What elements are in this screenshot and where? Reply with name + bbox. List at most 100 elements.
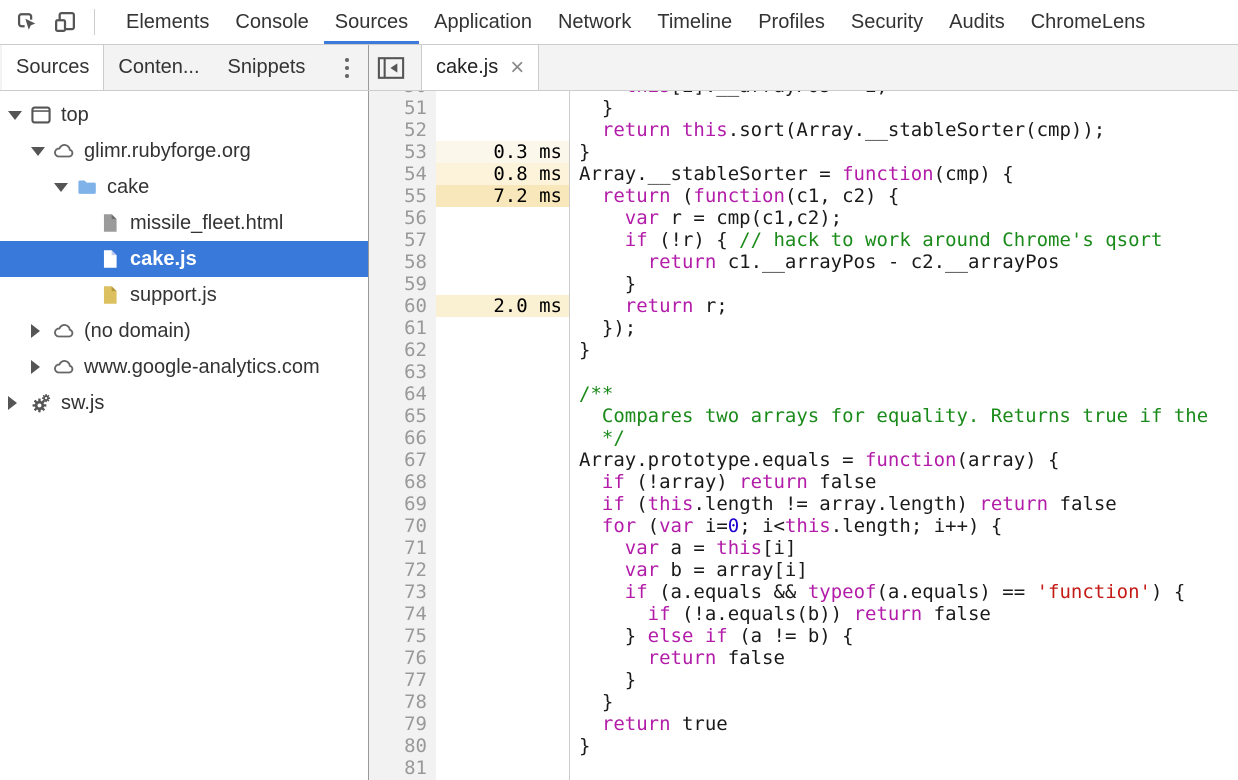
line-number[interactable]: 52 (369, 119, 427, 141)
line-number[interactable]: 80 (369, 735, 427, 757)
panel-tab-application[interactable]: Application (421, 0, 545, 44)
line-number[interactable]: 63 (369, 361, 427, 383)
tree-item-top[interactable]: top (0, 97, 368, 133)
code-line[interactable]: /** (579, 383, 1238, 405)
code-line[interactable]: } (579, 669, 1238, 691)
code-line[interactable]: return r; (579, 295, 1238, 317)
code-line[interactable]: return true (579, 713, 1238, 735)
code-line[interactable]: } (579, 691, 1238, 713)
line-number[interactable]: 76 (369, 647, 427, 669)
file-tab-cake-js[interactable]: cake.js × (421, 45, 539, 90)
line-number[interactable]: 74 (369, 603, 427, 625)
panel-tab-audits[interactable]: Audits (936, 0, 1018, 44)
code-line[interactable]: } else if (a != b) { (579, 625, 1238, 647)
expand-arrow-icon[interactable] (54, 183, 76, 192)
line-number[interactable]: 65 (369, 405, 427, 427)
line-number[interactable]: 58 (369, 251, 427, 273)
collapse-arrow-icon[interactable] (31, 360, 53, 374)
code-line[interactable]: Array.__stableSorter = function(cmp) { (579, 163, 1238, 185)
line-number[interactable]: 69 (369, 493, 427, 515)
code-line[interactable]: for (var i=0; i<this.length; i++) { (579, 515, 1238, 537)
line-number[interactable]: 79 (369, 713, 427, 735)
line-number[interactable]: 55 (369, 185, 427, 207)
line-number[interactable]: 73 (369, 581, 427, 603)
expand-arrow-icon[interactable] (8, 111, 30, 120)
navigator-tab-conten[interactable]: Conten... (104, 45, 213, 90)
line-number[interactable]: 56 (369, 207, 427, 229)
line-number[interactable]: 66 (369, 427, 427, 449)
line-number[interactable]: 77 (369, 669, 427, 691)
line-number[interactable]: 75 (369, 625, 427, 647)
code-line[interactable]: if (!array) return false (579, 471, 1238, 493)
code-line[interactable]: var a = this[i] (579, 537, 1238, 559)
tree-item-no-domain[interactable]: (no domain) (0, 313, 368, 349)
source-editor[interactable]: 5051525354555657585960616263646566676869… (369, 91, 1238, 780)
code-line[interactable] (579, 361, 1238, 383)
code-line[interactable]: var r = cmp(c1,c2); (579, 207, 1238, 229)
line-number[interactable]: 53 (369, 141, 427, 163)
panel-tab-security[interactable]: Security (838, 0, 936, 44)
code-line[interactable]: var b = array[i] (579, 559, 1238, 581)
collapse-arrow-icon[interactable] (31, 324, 53, 338)
line-number-gutter[interactable]: 5051525354555657585960616263646566676869… (369, 91, 436, 780)
line-number[interactable]: 78 (369, 691, 427, 713)
tree-item-www-google-analytics-com[interactable]: www.google-analytics.com (0, 349, 368, 385)
code-line[interactable]: } (579, 273, 1238, 295)
panel-tab-elements[interactable]: Elements (113, 0, 222, 44)
code-line[interactable]: } (579, 141, 1238, 163)
close-tab-icon[interactable]: × (510, 56, 524, 80)
line-number[interactable]: 60 (369, 295, 427, 317)
tree-item-glimr-rubyforge-org[interactable]: glimr.rubyforge.org (0, 133, 368, 169)
panel-tab-profiles[interactable]: Profiles (745, 0, 838, 44)
inspect-icon[interactable] (12, 7, 42, 37)
line-number[interactable]: 57 (369, 229, 427, 251)
code-line[interactable]: } (579, 97, 1238, 119)
tree-item-cake[interactable]: cake (0, 169, 368, 205)
tree-item-support-js[interactable]: support.js (0, 277, 368, 313)
navigator-tab-sources[interactable]: Sources (2, 45, 104, 90)
timing-cell (436, 625, 569, 647)
line-number[interactable]: 70 (369, 515, 427, 537)
code-line[interactable]: } (579, 735, 1238, 757)
navigator-tab-snippets[interactable]: Snippets (214, 45, 320, 90)
code-line[interactable]: }); (579, 317, 1238, 339)
line-number[interactable]: 68 (369, 471, 427, 493)
panel-tab-network[interactable]: Network (545, 0, 644, 44)
code-line[interactable]: return false (579, 647, 1238, 669)
code-line[interactable]: if (this.length != array.length) return … (579, 493, 1238, 515)
line-number[interactable]: 62 (369, 339, 427, 361)
line-number[interactable]: 51 (369, 97, 427, 119)
line-number[interactable]: 72 (369, 559, 427, 581)
code-line[interactable]: if (a.equals && typeof(a.equals) == 'fun… (579, 581, 1238, 603)
code-line[interactable]: if (!r) { // hack to work around Chrome'… (579, 229, 1238, 251)
code-line[interactable]: Array.prototype.equals = function(array)… (579, 449, 1238, 471)
code-line[interactable]: return this.sort(Array.__stableSorter(cm… (579, 119, 1238, 141)
code-line[interactable]: */ (579, 427, 1238, 449)
device-toolbar-icon[interactable] (50, 7, 80, 37)
hide-navigator-icon[interactable] (376, 53, 406, 83)
panel-tab-sources[interactable]: Sources (322, 0, 421, 44)
tree-item-cake-js[interactable]: cake.js (0, 241, 368, 277)
line-number[interactable]: 64 (369, 383, 427, 405)
line-number[interactable]: 81 (369, 757, 427, 779)
code-line[interactable]: Compares two arrays for equality. Return… (579, 405, 1238, 427)
overflow-menu-icon[interactable] (339, 45, 355, 90)
code-line[interactable]: } (579, 339, 1238, 361)
code-line[interactable] (579, 757, 1238, 779)
line-number[interactable]: 61 (369, 317, 427, 339)
line-number[interactable]: 67 (369, 449, 427, 471)
line-number[interactable]: 59 (369, 273, 427, 295)
tree-item-missile-fleet-html[interactable]: missile_fleet.html (0, 205, 368, 241)
panel-tab-timeline[interactable]: Timeline (644, 0, 745, 44)
collapse-arrow-icon[interactable] (8, 396, 30, 410)
line-number[interactable]: 71 (369, 537, 427, 559)
panel-tab-chromelens[interactable]: ChromeLens (1018, 0, 1159, 44)
code-line[interactable]: return c1.__arrayPos - c2.__arrayPos (579, 251, 1238, 273)
code-pane[interactable]: this[i].__arrayPos = i; } return this.so… (569, 91, 1238, 780)
code-line[interactable]: if (!a.equals(b)) return false (579, 603, 1238, 625)
expand-arrow-icon[interactable] (31, 147, 53, 156)
code-line[interactable]: return (function(c1, c2) { (579, 185, 1238, 207)
panel-tab-console[interactable]: Console (222, 0, 321, 44)
tree-item-sw-js[interactable]: sw.js (0, 385, 368, 421)
line-number[interactable]: 54 (369, 163, 427, 185)
